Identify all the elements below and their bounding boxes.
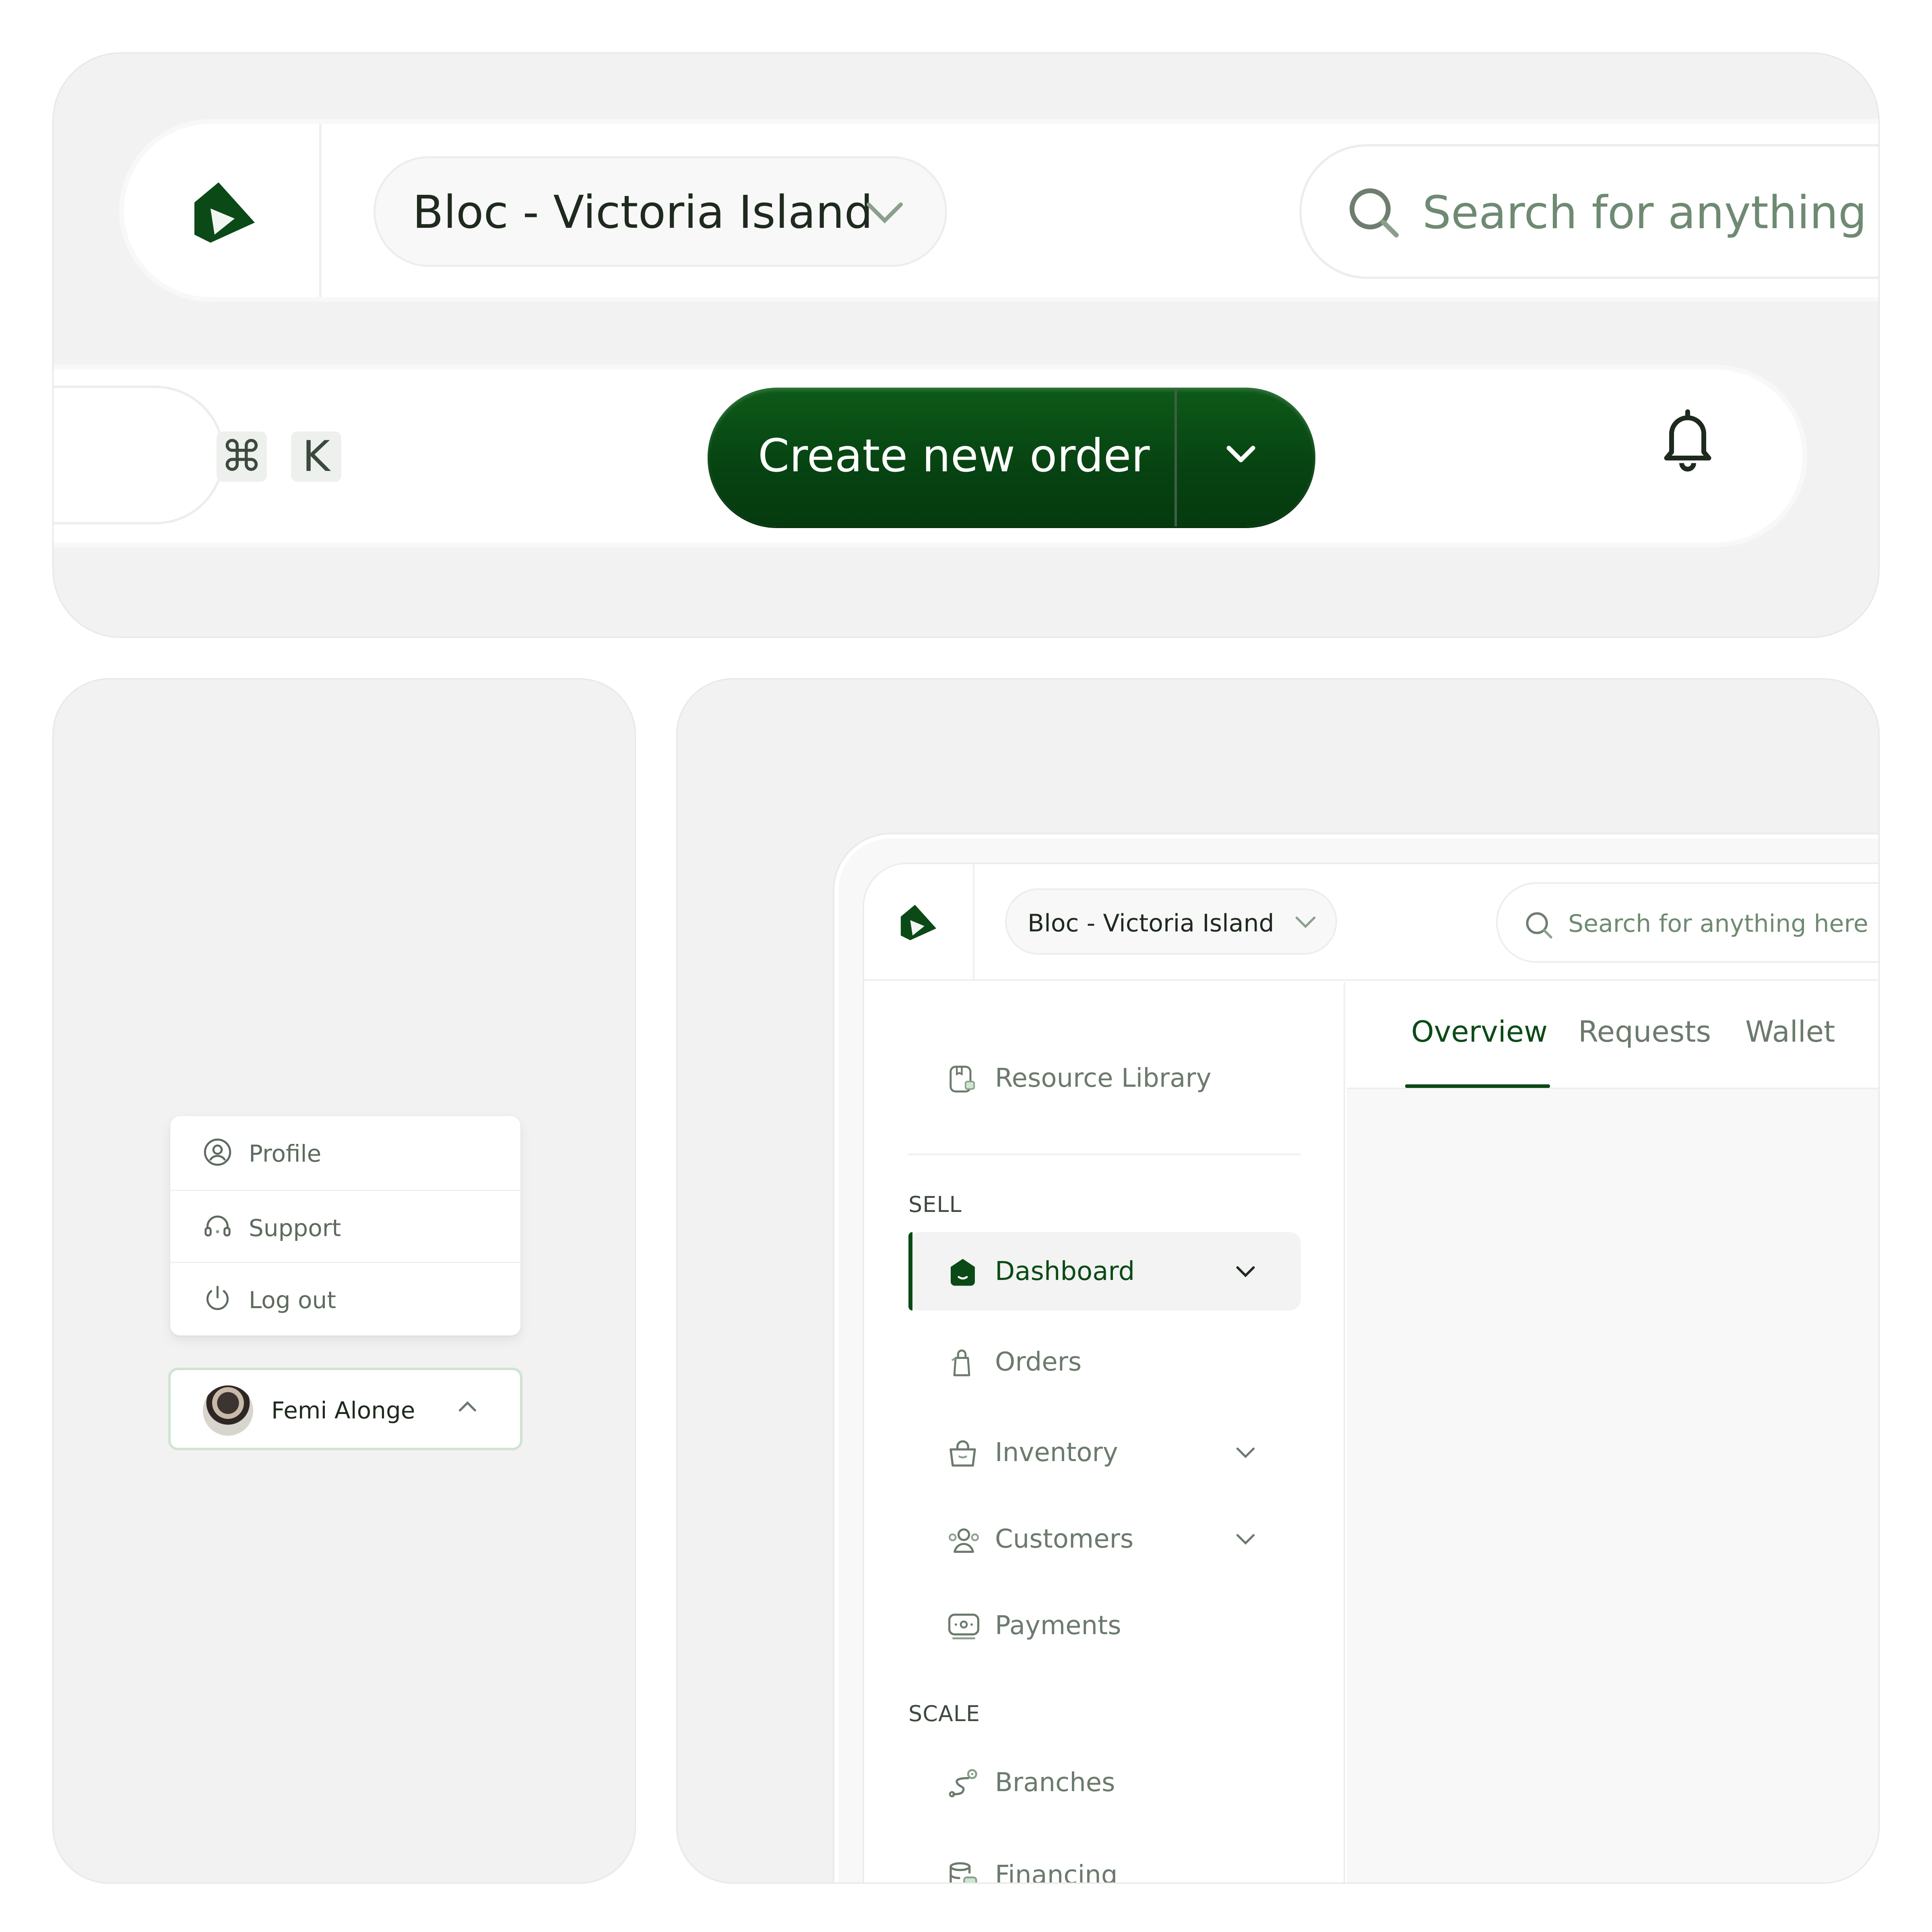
chevron-down-icon[interactable] bbox=[1225, 442, 1257, 468]
header-bar-top: Bloc - Victoria Island Search for anythi… bbox=[124, 124, 1878, 297]
sidebar: Resource Library SELL Dashboard Orders I… bbox=[864, 983, 1345, 1884]
sidebar-item-label: Resource Library bbox=[995, 1063, 1212, 1093]
sidebar-item-inventory[interactable]: Inventory bbox=[908, 1413, 1301, 1492]
header-zoom-card: Bloc - Victoria Island Search for anythi… bbox=[52, 52, 1880, 638]
search-icon bbox=[1525, 911, 1553, 941]
sidebar-item-label: Customers bbox=[995, 1524, 1134, 1554]
user-circle-icon bbox=[202, 1137, 233, 1169]
chevron-down-icon[interactable] bbox=[1234, 1531, 1257, 1549]
chevron-down-icon bbox=[865, 198, 905, 228]
create-order-label: Create new order bbox=[758, 430, 1150, 482]
location-selector[interactable]: Bloc - Victoria Island bbox=[1005, 888, 1337, 955]
sidebar-item-resource-library[interactable]: Resource Library bbox=[908, 1039, 1301, 1117]
logo-icon[interactable] bbox=[190, 178, 259, 246]
logo-icon[interactable] bbox=[898, 902, 939, 943]
location-label: Bloc - Victoria Island bbox=[413, 186, 873, 239]
home-icon bbox=[947, 1256, 979, 1290]
search-input[interactable]: Search for anything here bbox=[1299, 144, 1878, 279]
tab-bar: Overview Requests Wallet bbox=[1347, 983, 1878, 1089]
headset-icon bbox=[202, 1212, 233, 1243]
sidebar-item-label: Financing bbox=[995, 1860, 1118, 1884]
sidebar-item-label: Dashboard bbox=[995, 1257, 1135, 1286]
tab-requests[interactable]: Requests bbox=[1578, 1015, 1711, 1049]
payments-icon bbox=[947, 1610, 981, 1644]
menu-item-logout[interactable]: Log out bbox=[170, 1263, 520, 1333]
section-label-scale: SCALE bbox=[908, 1701, 980, 1726]
menu-item-profile[interactable]: Profile bbox=[170, 1116, 520, 1187]
sidebar-item-label: Orders bbox=[995, 1347, 1082, 1377]
header-divider bbox=[973, 864, 974, 981]
sidebar-item-customers[interactable]: Customers bbox=[908, 1500, 1301, 1578]
bag-icon bbox=[947, 1347, 977, 1381]
sidebar-item-branches[interactable]: Branches bbox=[908, 1743, 1301, 1822]
k-key: K bbox=[291, 431, 341, 482]
branches-icon bbox=[947, 1767, 979, 1801]
shopping-bag-icon bbox=[947, 1437, 979, 1471]
search-icon bbox=[1348, 187, 1400, 241]
active-tab-indicator bbox=[1405, 1084, 1550, 1088]
book-icon bbox=[947, 1063, 977, 1097]
location-label: Bloc - Victoria Island bbox=[1028, 909, 1274, 937]
avatar bbox=[203, 1385, 253, 1436]
app-preview-card: Bloc - Victoria Island Search for anythi… bbox=[676, 678, 1880, 1884]
search-placeholder: Search for anything here bbox=[1422, 187, 1878, 239]
menu-item-label: Log out bbox=[249, 1286, 336, 1314]
search-input[interactable]: Search for anything here bbox=[1496, 882, 1878, 963]
sidebar-divider bbox=[908, 1154, 1301, 1155]
user-dropdown-menu: Profile Support Log out bbox=[170, 1116, 520, 1335]
chevron-down-icon[interactable] bbox=[1234, 1445, 1257, 1462]
chevron-down-icon[interactable] bbox=[1234, 1263, 1257, 1281]
menu-item-support[interactable]: Support bbox=[170, 1191, 520, 1261]
app-window-frame: Bloc - Victoria Island Search for anythi… bbox=[834, 834, 1878, 1884]
tab-wallet[interactable]: Wallet bbox=[1745, 1015, 1835, 1049]
main-content: Overview Requests Wallet bbox=[1347, 983, 1878, 1882]
menu-item-label: Profile bbox=[249, 1140, 322, 1167]
search-placeholder: Search for anything here bbox=[1568, 910, 1868, 938]
menu-item-label: Support bbox=[249, 1214, 341, 1242]
header-bar-bottom: ⌘ K Create new order bbox=[54, 369, 1802, 543]
users-icon bbox=[947, 1524, 981, 1558]
active-indicator bbox=[908, 1232, 912, 1311]
location-selector[interactable]: Bloc - Victoria Island bbox=[374, 156, 947, 267]
chevron-up-icon bbox=[456, 1398, 479, 1418]
sidebar-item-label: Inventory bbox=[995, 1438, 1118, 1468]
sidebar-item-label: Branches bbox=[995, 1768, 1115, 1798]
command-key: ⌘ bbox=[217, 431, 267, 482]
sidebar-item-label: Payments bbox=[995, 1611, 1121, 1641]
create-order-button[interactable]: Create new order bbox=[708, 388, 1315, 526]
user-menu-card: Profile Support Log out Femi Alonge bbox=[52, 678, 636, 1884]
sidebar-item-financing[interactable]: Financing bbox=[908, 1836, 1301, 1884]
sidebar-item-payments[interactable]: Payments bbox=[908, 1586, 1301, 1665]
user-name: Femi Alonge bbox=[271, 1397, 415, 1424]
chevron-down-icon bbox=[1294, 914, 1317, 932]
search-shortcut: ⌘ K bbox=[54, 386, 341, 524]
tab-overview[interactable]: Overview bbox=[1411, 1015, 1548, 1049]
bell-icon[interactable] bbox=[1662, 408, 1714, 474]
financing-icon bbox=[947, 1860, 979, 1882]
sidebar-item-orders[interactable]: Orders bbox=[908, 1323, 1301, 1401]
user-account-button[interactable]: Femi Alonge bbox=[168, 1368, 522, 1450]
app-header: Bloc - Victoria Island Search for anythi… bbox=[864, 864, 1878, 981]
button-divider bbox=[1174, 388, 1177, 526]
app-window: Bloc - Victoria Island Search for anythi… bbox=[863, 863, 1878, 1884]
sidebar-item-dashboard[interactable]: Dashboard bbox=[908, 1232, 1301, 1311]
section-label-sell: SELL bbox=[908, 1192, 962, 1217]
header-divider bbox=[319, 124, 322, 297]
power-icon bbox=[202, 1284, 233, 1315]
